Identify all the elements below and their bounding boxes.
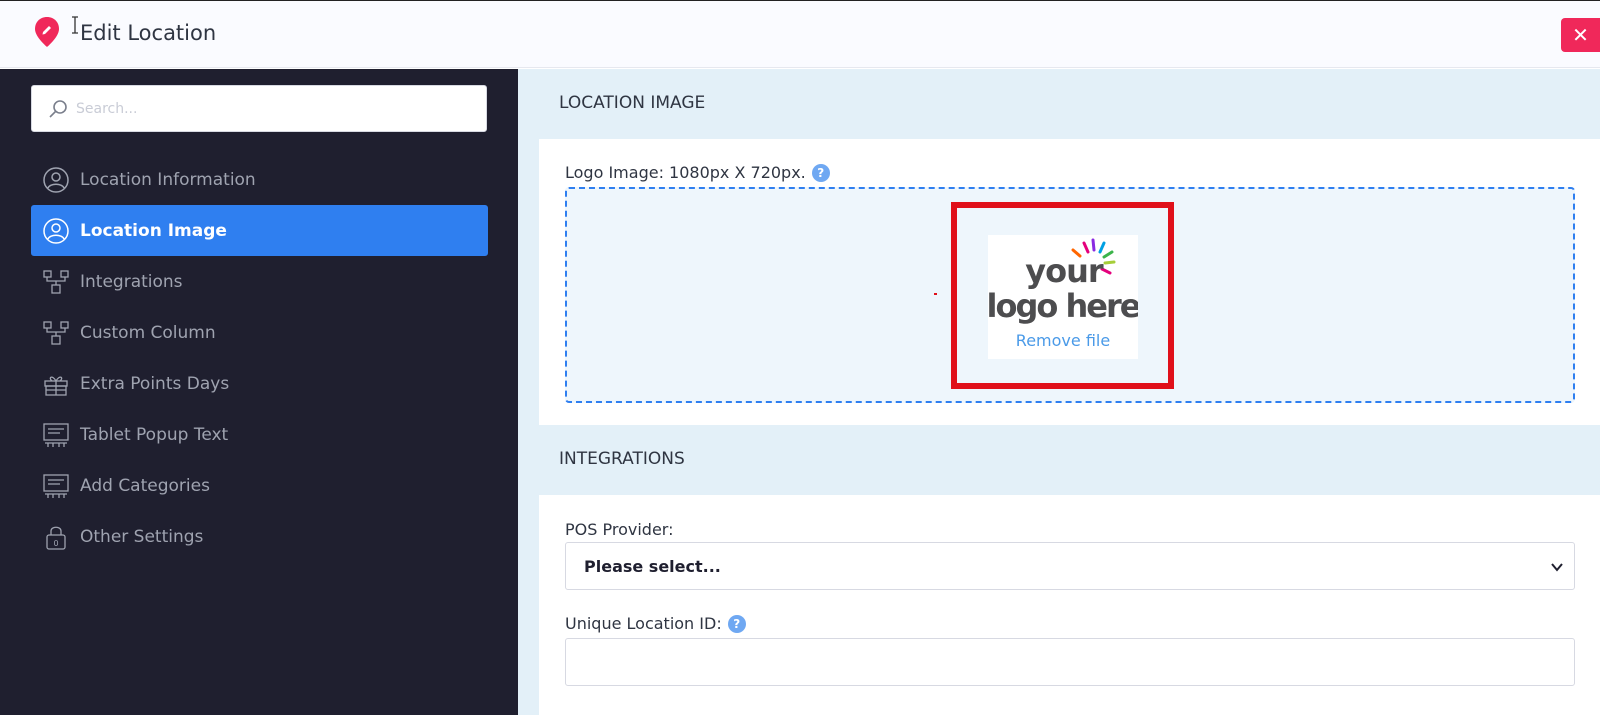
logo-image-label-text: Logo Image: 1080px X 720px. [565,163,806,182]
unique-location-id-label: Unique Location ID: ? [565,614,746,633]
user-circle-icon [42,217,70,245]
main-content: LOCATION IMAGE Logo Image: 1080px X 720p… [518,69,1600,715]
logo-thumbnail: your logo here Remove file [988,235,1138,359]
unique-location-id-label-text: Unique Location ID: [565,614,722,633]
help-icon[interactable]: ? [727,614,746,633]
section-title: LOCATION IMAGE [559,93,706,113]
sidebar-item-label: Location Information [80,169,256,190]
sidebar-item-tablet-popup-text[interactable]: Tablet Popup Text [31,409,488,460]
pos-provider-label: POS Provider: [565,520,674,539]
hierarchy-icon [42,319,70,347]
sidebar-item-label: Add Categories [80,475,210,496]
sidebar-item-integrations[interactable]: Integrations [31,256,488,307]
sidebar-item-other-settings[interactable]: 0 Other Settings [31,511,488,562]
lock-icon: 0 [42,523,70,551]
section-title: INTEGRATIONS [559,449,685,469]
search-input[interactable] [76,86,476,131]
sidebar-item-extra-points-days[interactable]: Extra Points Days [31,358,488,409]
hierarchy-icon [42,268,70,296]
unique-location-id-input[interactable] [565,638,1575,686]
tablet-icon [42,472,70,500]
sidebar-item-label: Integrations [80,271,183,292]
sidebar-item-label: Location Image [80,220,227,241]
logo-image-label: Logo Image: 1080px X 720px. ? [565,163,830,182]
marker-dot [934,293,937,295]
svg-text:0: 0 [53,539,58,548]
tablet-icon [42,421,70,449]
gift-icon [42,370,70,398]
search-box[interactable] [31,85,487,132]
modal-header: Edit Location ✕ [0,0,1600,68]
logo-text-logo-here: logo here [988,287,1138,325]
pos-provider-select[interactable]: Please select... [565,542,1575,590]
sidebar-item-label: Extra Points Days [80,373,230,394]
integrations-section-header: INTEGRATIONS [518,425,1600,495]
integrations-panel: POS Provider: Please select... Unique Lo… [539,495,1600,715]
close-button[interactable]: ✕ [1561,18,1600,52]
search-icon [49,100,67,118]
text-cursor-icon [72,16,78,34]
sidebar-item-label: Tablet Popup Text [80,424,229,445]
sidebar-item-custom-column[interactable]: Custom Column [31,307,488,358]
location-image-section-header: LOCATION IMAGE [518,69,1600,139]
pos-provider-value: Please select... [584,556,721,576]
user-circle-icon [42,166,70,194]
remove-file-link[interactable]: Remove file [988,331,1138,350]
logo-dropzone[interactable]: your logo here Remove file [565,187,1575,403]
location-pin-icon [35,17,59,47]
logo-text-your: your [1025,252,1104,290]
help-icon[interactable]: ? [811,163,830,182]
sidebar-item-label: Custom Column [80,322,216,343]
sidebar: Location Information Location Image Inte… [0,69,518,715]
chevron-down-icon [1551,563,1563,572]
sidebar-item-location-image[interactable]: Location Image [31,205,488,256]
location-image-panel: Logo Image: 1080px X 720px. ? your logo … [539,139,1600,425]
sidebar-item-add-categories[interactable]: Add Categories [31,460,488,511]
highlight-box: your logo here Remove file [951,202,1174,389]
sidebar-item-label: Other Settings [80,526,204,547]
sidebar-item-location-information[interactable]: Location Information [31,154,488,205]
page-title: Edit Location [80,21,217,45]
sidebar-nav: Location Information Location Image Inte… [31,154,488,562]
